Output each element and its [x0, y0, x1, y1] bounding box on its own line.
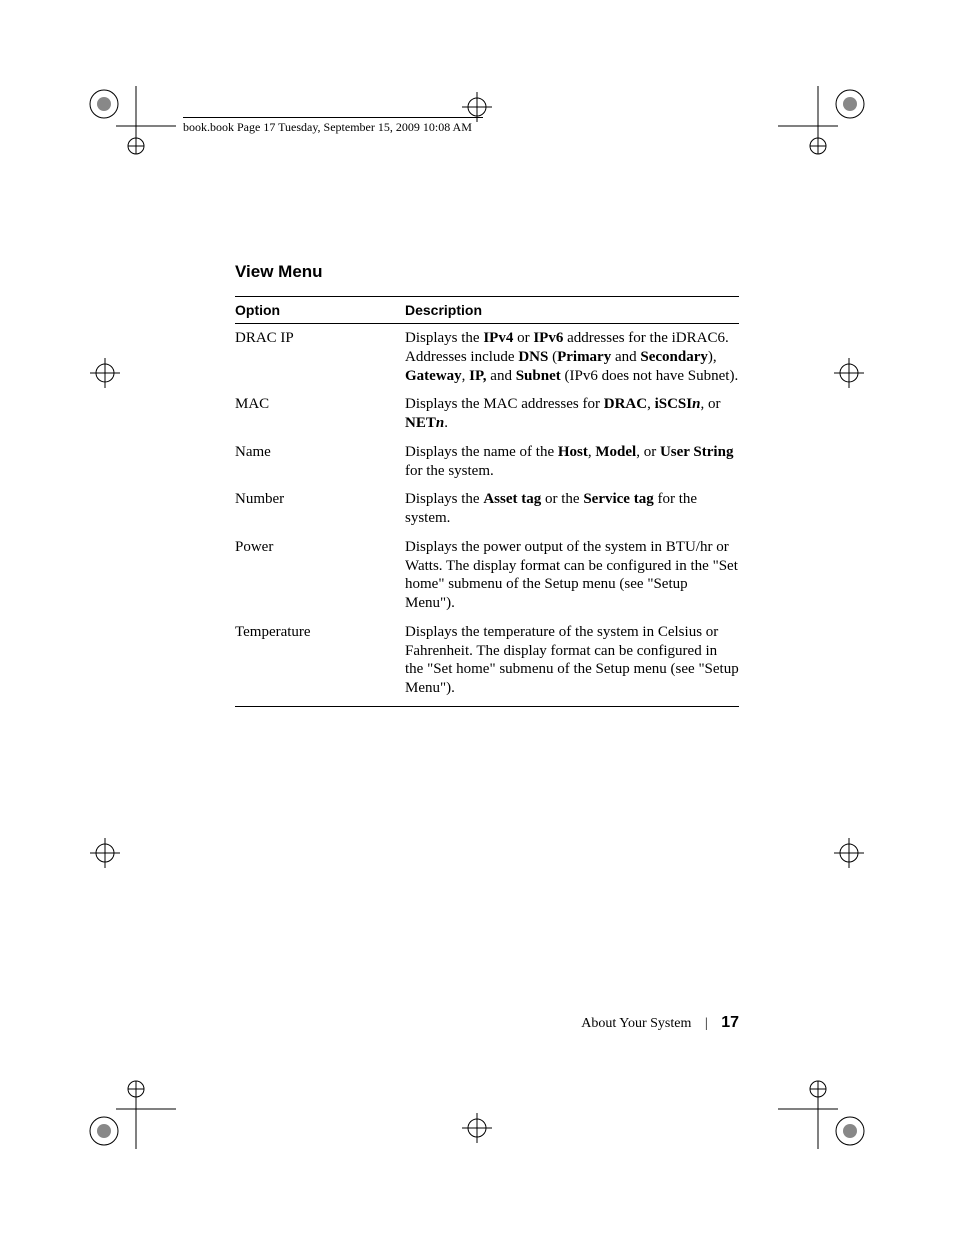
page-footer: About Your System | 17 [235, 1014, 739, 1032]
view-menu-table: Option Description DRAC IP Displays the … [235, 296, 739, 707]
footer-separator: | [705, 1016, 708, 1032]
crop-mark-icon [778, 1059, 868, 1149]
register-cross-icon [90, 838, 120, 868]
page-content: View Menu Option Description DRAC IP Dis… [235, 262, 739, 707]
crop-mark-icon [86, 86, 176, 176]
register-cross-icon [462, 92, 492, 122]
table-row: Name Displays the name of the Host, Mode… [235, 438, 739, 486]
option-cell: Temperature [235, 618, 405, 707]
table-row: DRAC IP Displays the IPv4 or IPv6 addres… [235, 324, 739, 391]
description-cell: Displays the MAC addresses for DRAC, iSC… [405, 390, 739, 438]
option-cell: Number [235, 485, 405, 533]
table-row: Power Displays the power output of the s… [235, 533, 739, 618]
footer-section: About Your System [581, 1016, 691, 1031]
register-cross-icon [90, 358, 120, 388]
description-cell: Displays the name of the Host, Model, or… [405, 438, 739, 486]
crop-mark-icon [86, 1059, 176, 1149]
register-cross-icon [834, 838, 864, 868]
col-header-description: Description [405, 297, 739, 324]
crop-mark-icon [778, 86, 868, 176]
option-cell: MAC [235, 390, 405, 438]
option-cell: Power [235, 533, 405, 618]
register-cross-icon [834, 358, 864, 388]
page-number: 17 [721, 1014, 739, 1031]
option-cell: Name [235, 438, 405, 486]
section-title: View Menu [235, 262, 739, 282]
description-cell: Displays the IPv4 or IPv6 addresses for … [405, 324, 739, 391]
running-header: book.book Page 17 Tuesday, September 15,… [183, 117, 483, 135]
description-cell: Displays the temperature of the system i… [405, 618, 739, 707]
col-header-option: Option [235, 297, 405, 324]
description-cell: Displays the power output of the system … [405, 533, 739, 618]
table-row: MAC Displays the MAC addresses for DRAC,… [235, 390, 739, 438]
table-row: Temperature Displays the temperature of … [235, 618, 739, 707]
description-cell: Displays the Asset tag or the Service ta… [405, 485, 739, 533]
table-row: Number Displays the Asset tag or the Ser… [235, 485, 739, 533]
register-cross-icon [462, 1113, 492, 1143]
option-cell: DRAC IP [235, 324, 405, 391]
